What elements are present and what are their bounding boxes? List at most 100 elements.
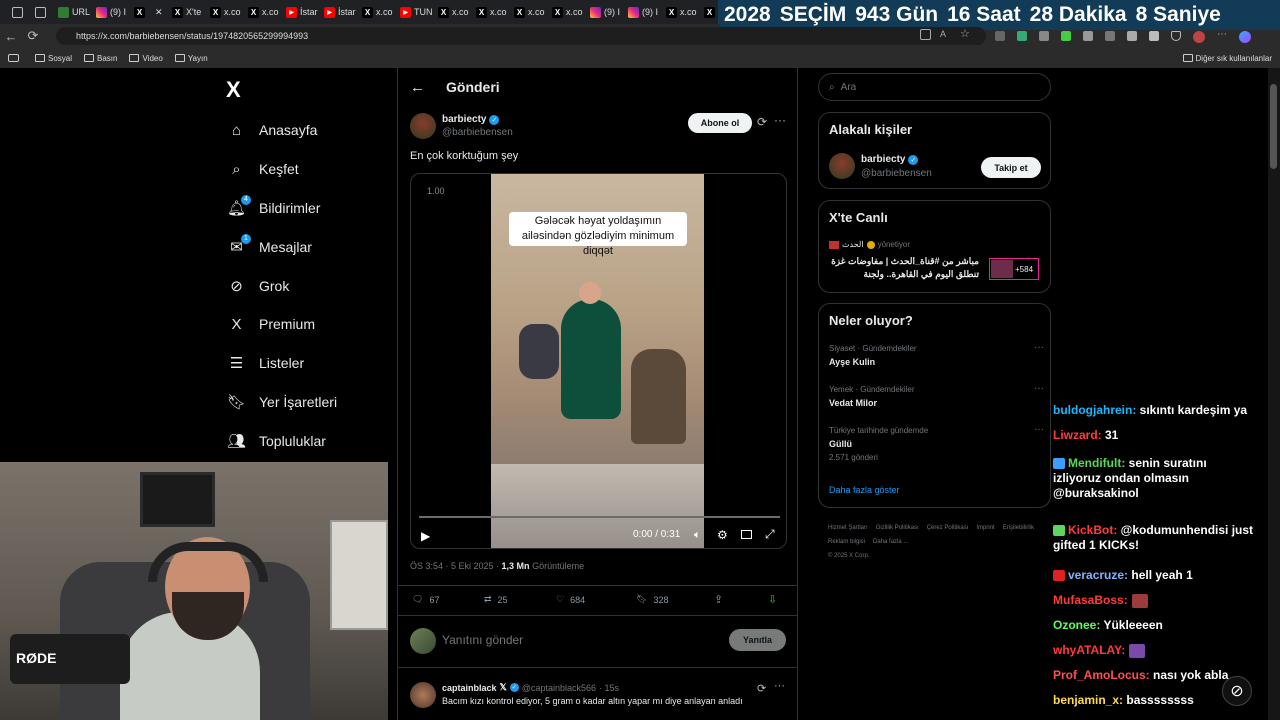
more-icon[interactable]: ⋯ — [1217, 30, 1227, 41]
post-timestamp[interactable]: ÖS 3:54 · 5 Eki 2025 · — [410, 561, 502, 571]
extension-icon[interactable] — [1017, 31, 1027, 41]
picture-in-picture-icon[interactable] — [741, 530, 752, 539]
like-action[interactable]: ♡ 684 — [556, 594, 585, 605]
trend-more-icon[interactable]: ··· — [1034, 342, 1044, 353]
shield-icon[interactable] — [1171, 31, 1181, 41]
grok-icon[interactable]: ⟳ — [757, 682, 766, 695]
browser-tab[interactable]: Xx.co — [434, 0, 472, 24]
reply-author-avatar[interactable] — [410, 682, 436, 708]
extension-icon[interactable] — [1039, 31, 1049, 41]
show-more-link[interactable]: Daha fazla göster — [829, 485, 900, 495]
back-icon[interactable]: ← — [0, 24, 22, 48]
bookmark-folder[interactable]: Video — [129, 54, 163, 63]
related-name[interactable]: barbiecty — [861, 154, 905, 165]
bookmark-action[interactable]: 🔖︎ 328 — [636, 594, 668, 605]
close-tab-icon[interactable]: ✕ — [155, 7, 163, 18]
browser-tab[interactable]: (9) I — [586, 0, 624, 24]
reply-author-name[interactable]: captainblack — [442, 683, 497, 693]
browser-tab[interactable]: X X'te — [168, 0, 206, 24]
x-logo[interactable]: X — [226, 77, 241, 103]
browser-tab[interactable]: Xx.co — [548, 0, 586, 24]
grok-icon[interactable]: ⟳ — [757, 115, 767, 129]
volume-icon[interactable]: 🔈︎ — [694, 529, 701, 542]
more-options-icon[interactable]: ··· — [774, 680, 785, 692]
reply-action[interactable]: 🗨︎ 67 — [412, 594, 439, 605]
play-icon[interactable]: ▶ — [421, 529, 430, 543]
fullscreen-icon[interactable]: ⤢ — [765, 527, 775, 542]
sidebar-item-listeler[interactable]: ☰ Listeler — [228, 351, 304, 375]
browser-tab[interactable]: Xx.co — [510, 0, 548, 24]
more-options-icon[interactable]: ··· — [774, 113, 786, 127]
extension-icon[interactable] — [1061, 31, 1071, 41]
tab-actions-icon[interactable] — [35, 6, 46, 18]
browser-tab[interactable]: X ✕ — [130, 0, 168, 24]
footer-link[interactable]: Gizlilik Politikası — [876, 521, 919, 535]
sidebar-item-ke-fet[interactable]: ⌕ Keşfet — [228, 157, 298, 181]
browser-tab[interactable]: Xx.co — [206, 0, 244, 24]
grok-fab-icon[interactable]: ⊘ — [1222, 676, 1252, 706]
browser-tab[interactable]: ▶ İstar — [320, 0, 358, 24]
footer-link[interactable]: Reklam bilgisi — [828, 535, 865, 549]
browser-tab[interactable]: Xx.co — [662, 0, 700, 24]
trend-item[interactable]: Siyaset · Gündemdekiler Ayşe Kulin ··· — [829, 342, 1044, 367]
bookmark-folder[interactable]: Yayın — [174, 54, 208, 63]
sidebar-item-anasayfa[interactable]: ⌂ Anasayfa — [228, 118, 317, 142]
search-input[interactable]: ⌕ Ara — [818, 73, 1051, 101]
trend-item[interactable]: Türkiye tarihinde gündemde Güllü 2.571 gön… — [829, 424, 1044, 462]
live-text[interactable]: مباشر من #قناة_الحدث | مفاوضات غزة تنطلق… — [829, 255, 979, 285]
sidebar-item-topluluklar[interactable]: 👥︎ Topluluklar — [227, 429, 326, 453]
live-listeners[interactable]: +584 — [989, 258, 1039, 280]
related-avatar[interactable] — [829, 153, 855, 179]
settings-gear-icon[interactable]: ⚙ — [717, 528, 728, 542]
bookmark-folder[interactable]: Sosyal — [35, 54, 72, 63]
live-host-name[interactable]: الحدث — [842, 240, 864, 249]
sidebar-item-bildirimler[interactable]: 🔔︎ 4 Bildirimler — [227, 194, 320, 220]
follow-button[interactable]: Takip et — [981, 157, 1041, 178]
reply-input[interactable]: Yanıtını gönder — [442, 633, 523, 647]
video-player[interactable]: 1.00 Gələcək həyat yoldaşımın ailəsindən… — [410, 173, 787, 549]
other-bookmarks[interactable]: Diğer sık kullanılanlar — [1182, 54, 1272, 63]
share-icon[interactable]: ⇪ — [714, 593, 723, 606]
browser-tab[interactable]: (9) I — [92, 0, 130, 24]
screenshot-icon[interactable] — [920, 29, 931, 40]
footer-link[interactable]: Hizmet Şartları — [828, 521, 868, 535]
extension-icon[interactable] — [1127, 31, 1137, 41]
related-handle[interactable]: @barbiebensen — [861, 168, 932, 179]
sidebar-item-grok[interactable]: ⊘ Grok — [228, 274, 289, 298]
avatar[interactable] — [1193, 31, 1205, 43]
extension-icon[interactable] — [995, 31, 1005, 41]
reload-icon[interactable]: ⟳ — [22, 24, 44, 48]
scrollbar-thumb[interactable] — [1270, 84, 1277, 169]
reply-author-handle[interactable]: @captainblack566 — [522, 683, 596, 693]
browser-tab[interactable]: URL — [54, 0, 92, 24]
author-handle[interactable]: @barbiebensen — [442, 127, 513, 138]
repost-action[interactable]: ⇄ 25 — [484, 594, 508, 605]
browser-tab[interactable]: Xx.co — [358, 0, 396, 24]
address-bar[interactable]: https://x.com/barbiebensen/status/197482… — [56, 27, 986, 45]
extension-icon[interactable] — [1105, 31, 1115, 41]
read-aloud-icon[interactable]: A — [940, 29, 951, 40]
copilot-icon[interactable] — [1239, 31, 1251, 43]
video-frame[interactable]: Gələcək həyat yoldaşımın ailəsindən gözl… — [491, 174, 704, 548]
author-name[interactable]: barbiecty — [442, 114, 486, 125]
author-avatar[interactable] — [410, 113, 436, 139]
browser-tab[interactable]: Xx.co — [472, 0, 510, 24]
browser-tab[interactable]: Xx.co — [244, 0, 282, 24]
reply-submit-button[interactable]: Yanıtla — [729, 629, 786, 651]
sidebar-item-premium[interactable]: X Premium — [228, 312, 315, 336]
footer-link[interactable]: Erişilebilirlik — [1003, 521, 1034, 535]
footer-link[interactable]: Imprint — [976, 521, 994, 535]
extension-icon[interactable] — [1149, 31, 1159, 41]
browser-tab[interactable]: (9) I — [624, 0, 662, 24]
browser-tab[interactable]: ▶ İstar — [282, 0, 320, 24]
workspaces-icon[interactable] — [12, 6, 23, 18]
video-progress-track[interactable] — [419, 516, 780, 518]
trend-more-icon[interactable]: ··· — [1034, 424, 1044, 435]
extension-icon[interactable] — [1083, 31, 1093, 41]
bookmark-folder[interactable]: Basın — [84, 54, 117, 63]
favorite-star-icon[interactable]: ☆ — [960, 29, 971, 40]
sidebar-item-mesajlar[interactable]: ✉ 1 Mesajlar — [228, 233, 312, 259]
subscribe-button[interactable]: Abone ol — [688, 113, 752, 133]
footer-link[interactable]: Daha fazla ... — [873, 535, 908, 549]
footer-link[interactable]: Çerez Politikası — [927, 521, 969, 535]
